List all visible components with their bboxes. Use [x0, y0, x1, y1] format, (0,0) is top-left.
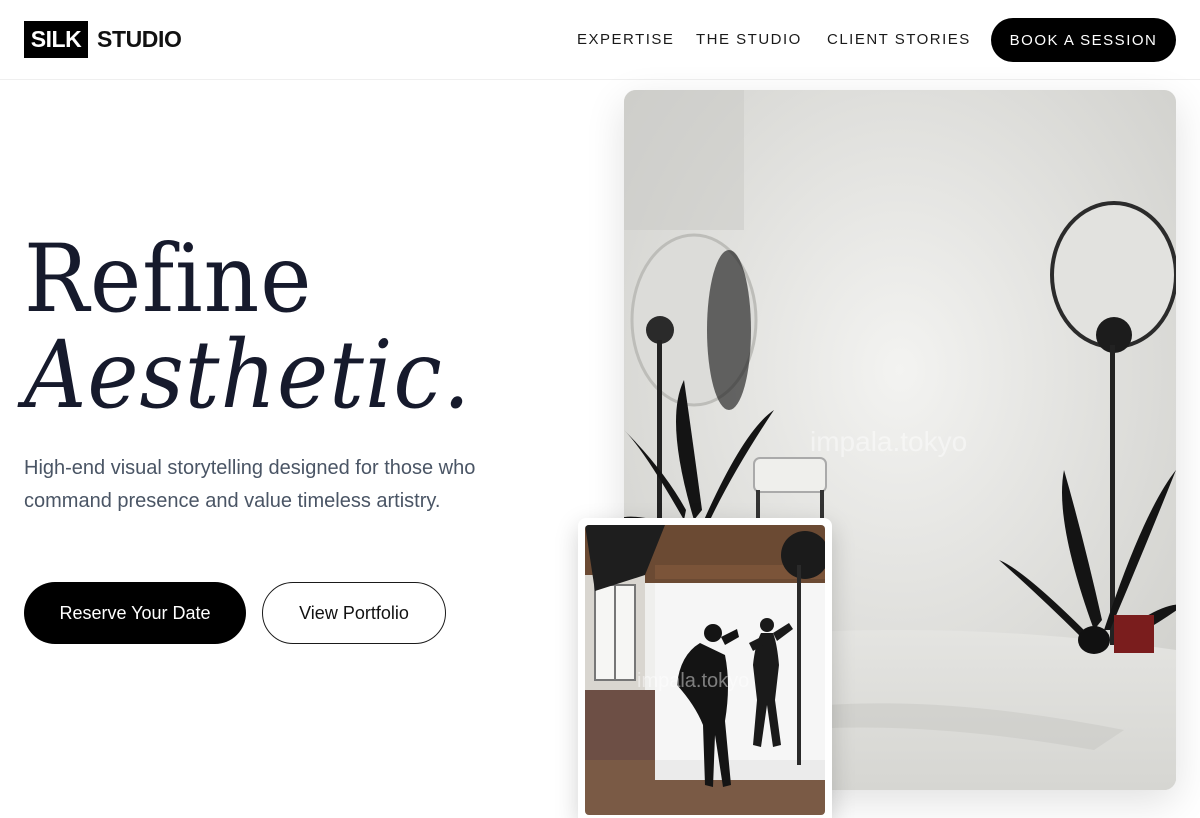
- inset-photo-frame: impala.tokyo: [585, 525, 825, 815]
- logo-wordmark: STUDIO: [97, 26, 182, 52]
- logo-mark: SILK: [24, 21, 88, 58]
- nav-link-client-stories[interactable]: CLIENT STORIES: [827, 31, 971, 48]
- hero-title: Refine Aesthetic.: [24, 232, 524, 424]
- studio-photo-inset: impala.tokyo: [578, 518, 832, 818]
- hero-title-line-2: Aesthetic.: [24, 321, 472, 430]
- nav-link-the-studio[interactable]: THE STUDIO: [696, 31, 802, 48]
- logo[interactable]: SILK STUDIO: [24, 21, 182, 58]
- reserve-date-button[interactable]: Reserve Your Date: [24, 582, 246, 644]
- book-session-button[interactable]: BOOK A SESSION: [991, 18, 1176, 62]
- nav-link-expertise[interactable]: EXPERTISE: [577, 31, 674, 48]
- view-portfolio-button[interactable]: View Portfolio: [262, 582, 446, 644]
- hero-title-line-1: Refine: [24, 225, 313, 334]
- hero-subtitle: High-end visual storytelling designed fo…: [24, 457, 476, 512]
- inset-photo-watermark: impala.tokyo: [637, 670, 750, 692]
- site-header: SILK STUDIO EXPERTISE THE STUDIO CLIENT …: [0, 0, 1200, 80]
- main-photo-watermark: impala.tokyo: [810, 426, 968, 457]
